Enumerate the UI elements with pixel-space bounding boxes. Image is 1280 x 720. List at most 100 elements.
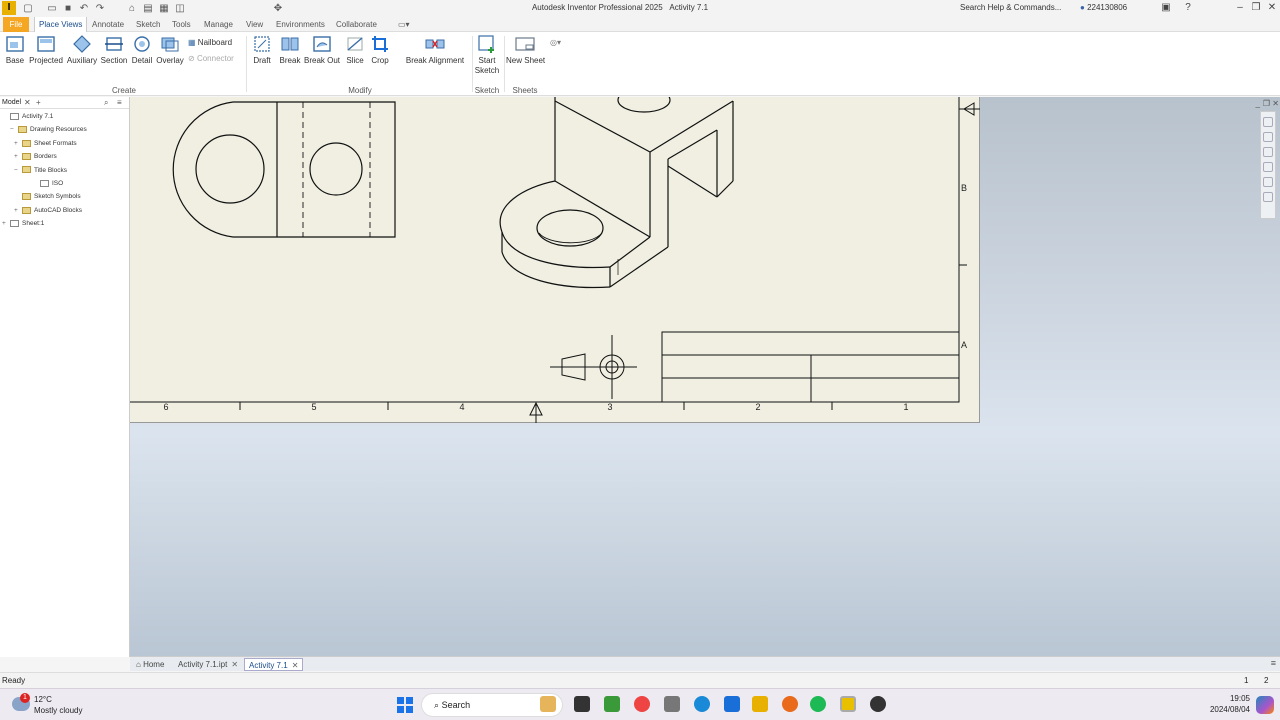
browser-item[interactable]: − Drawing Resources [10, 124, 87, 136]
spotify-icon[interactable] [810, 696, 826, 712]
search-icon[interactable]: ⌕ [104, 97, 108, 109]
close-tab-icon[interactable]: ✕ [231, 660, 238, 669]
browser-item[interactable]: ISO [32, 178, 63, 190]
browser-item-label: Activity 7.1 [22, 113, 54, 120]
chrome-icon[interactable] [634, 696, 650, 712]
break-out-icon [313, 36, 331, 52]
browser-tab-model[interactable]: Model [2, 99, 21, 106]
expand-toggle-icon[interactable]: + [14, 205, 22, 217]
tab-collaborate[interactable]: Collaborate [332, 17, 381, 32]
close-button[interactable]: ✕ [1264, 1, 1280, 15]
expand-toggle-icon[interactable]: + [2, 218, 10, 230]
browser-item[interactable]: Activity 7.1 [2, 111, 53, 123]
workspace-restore-button[interactable]: ❐ [1263, 99, 1270, 108]
file-tab[interactable]: File [3, 17, 29, 32]
user-account[interactable]: ● 224130806 [1080, 1, 1127, 15]
close-tab-icon[interactable]: ✕ [292, 661, 299, 670]
ribbon-options-icon[interactable]: ◎▾ [550, 36, 561, 50]
drawing-workspace[interactable]: 6 5 4 3 2 1 B A _ ❐ ✕ [130, 97, 1280, 656]
copilot-icon[interactable] [1256, 696, 1274, 714]
browser-item[interactable]: + Sheet:1 [2, 218, 44, 230]
tab-manage[interactable]: Manage [200, 17, 237, 32]
menu-icon[interactable]: ≡ [117, 97, 122, 109]
browser-item[interactable]: + Borders [14, 151, 57, 163]
tab-menu-icon[interactable]: ≡ [1271, 658, 1276, 668]
expand-toggle-icon[interactable]: + [14, 138, 22, 150]
tab-activity-drawing[interactable]: Activity 7.1 ✕ [244, 658, 304, 671]
search-help-input[interactable]: Search Help & Commands... [952, 1, 1074, 15]
minimize-button[interactable]: – [1232, 1, 1248, 15]
help-icon[interactable]: ? [1180, 1, 1196, 15]
tab-activity-ipt[interactable]: Activity 7.1.ipt ✕ [174, 658, 242, 671]
file-manager-icon[interactable] [664, 696, 680, 712]
browser-item[interactable]: + Sheet Formats [14, 138, 77, 150]
folder-icon [22, 193, 31, 201]
tab-tools[interactable]: Tools [168, 17, 195, 32]
break-alignment-button[interactable]: Break Alignment [404, 34, 466, 82]
slice-label: Slice [346, 56, 364, 65]
expand-toggle-icon[interactable]: − [14, 165, 22, 177]
mail-icon[interactable] [724, 696, 740, 712]
file-explorer-icon[interactable] [752, 696, 768, 712]
draft-view-button[interactable]: Draft [250, 34, 274, 82]
tab-view[interactable]: View [242, 17, 267, 32]
sheet-border [130, 97, 967, 410]
weather-temperature: 12°C [34, 695, 52, 704]
slice-button[interactable]: Slice [344, 34, 366, 82]
tab-home[interactable]: ⌂ Home [132, 658, 168, 671]
tab-environments[interactable]: Environments [272, 17, 329, 32]
nailboard-button[interactable]: ▦ Nailboard [188, 36, 232, 50]
start-button[interactable] [397, 697, 413, 713]
auxiliary-view-button[interactable]: Auxiliary [66, 34, 98, 82]
new-sheet-button[interactable]: New Sheet [506, 34, 545, 82]
task-view-icon[interactable] [574, 696, 590, 712]
obs-recorder-icon[interactable] [870, 696, 886, 712]
autodesk-inventor-icon[interactable] [840, 696, 856, 712]
drawing-sheet[interactable]: 6 5 4 3 2 1 B A [130, 97, 980, 423]
tab-activity-drawing-label: Activity 7.1 [249, 661, 288, 670]
tab-annotate[interactable]: Annotate [88, 17, 128, 32]
tab-sketch[interactable]: Sketch [132, 17, 164, 32]
break-label: Break [279, 56, 301, 65]
browser-item[interactable]: Sketch Symbols [14, 191, 81, 203]
break-out-button[interactable]: Break Out [304, 34, 340, 82]
zoom-all-icon[interactable] [1263, 192, 1273, 202]
add-browser-icon[interactable]: + [36, 97, 41, 109]
browser-item-label: Sketch Symbols [34, 193, 81, 201]
tab-place-views[interactable]: Place Views [34, 17, 88, 32]
restore-button[interactable]: ❐ [1248, 1, 1264, 15]
workspace-close-button[interactable]: ✕ [1272, 99, 1279, 108]
close-browser-icon[interactable]: ✕ [24, 97, 31, 109]
zoom-icon[interactable] [1263, 162, 1273, 172]
section-view-button[interactable]: Section [100, 34, 128, 82]
expand-toggle-icon[interactable]: + [14, 151, 22, 163]
crop-button[interactable]: Crop [368, 34, 392, 82]
clock[interactable]: 19:05 2024/08/04 [1210, 693, 1250, 715]
sheet-icon [10, 219, 19, 227]
tab-options-icon[interactable]: ▭▾ [394, 17, 414, 32]
browser-item[interactable]: + AutoCAD Blocks [14, 205, 82, 217]
inventor-app-icon[interactable] [604, 696, 620, 712]
weather-widget[interactable]: 1 12°C Mostly cloudy [12, 693, 102, 717]
view-cube-icon[interactable] [1263, 117, 1273, 127]
base-view-button[interactable]: Base [4, 34, 26, 82]
expand-toggle-icon[interactable]: − [10, 124, 18, 136]
projected-view-button[interactable]: Projected [28, 34, 64, 82]
browser-item-label: Title Blocks [34, 166, 67, 174]
browser-item[interactable]: − Title Blocks [14, 165, 67, 177]
search-highlight-icon[interactable] [540, 696, 556, 712]
firefox-icon[interactable] [782, 696, 798, 712]
workspace-minimize-button[interactable]: _ [1256, 99, 1260, 108]
front-view [172, 101, 396, 238]
detail-view-button[interactable]: Detail [130, 34, 154, 82]
pan-icon[interactable] [1263, 147, 1273, 157]
start-sketch-button[interactable]: Start Sketch [474, 34, 500, 82]
overlay-view-button[interactable]: Overlay [156, 34, 184, 82]
edge-icon[interactable] [694, 696, 710, 712]
connector-icon: ⊘ [188, 54, 195, 63]
break-button[interactable]: Break [278, 34, 302, 82]
projected-view-icon [37, 36, 55, 52]
cart-icon[interactable]: ▣ [1158, 1, 1174, 15]
full-navigation-wheel-icon[interactable] [1263, 132, 1273, 142]
zoom-window-icon[interactable] [1263, 177, 1273, 187]
